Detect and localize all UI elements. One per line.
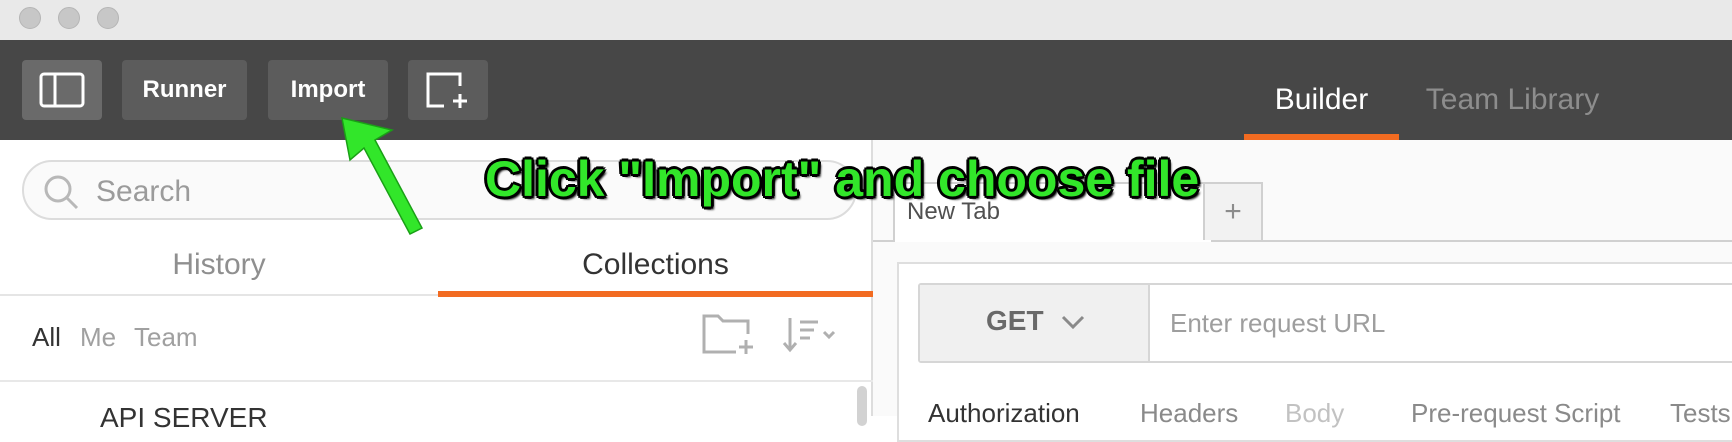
toggle-sidebar-button[interactable] bbox=[22, 60, 102, 120]
sidebar-toggle-icon bbox=[39, 72, 85, 108]
tab-team-library[interactable]: Team Library bbox=[1410, 60, 1615, 140]
filter-me[interactable]: Me bbox=[80, 322, 116, 353]
search-icon bbox=[44, 175, 79, 210]
new-folder-icon bbox=[702, 314, 753, 354]
method-dropdown[interactable]: GET bbox=[920, 285, 1150, 361]
collection-item[interactable]: API SERVER bbox=[100, 402, 268, 434]
request-url-bar: GET bbox=[918, 283, 1732, 363]
add-tab-button[interactable]: + bbox=[1203, 182, 1263, 240]
tab-builder-label: Builder bbox=[1274, 83, 1369, 116]
tab-builder[interactable]: Builder bbox=[1244, 60, 1399, 140]
chevron-down-icon bbox=[1061, 315, 1085, 330]
search-input[interactable]: Search bbox=[96, 175, 191, 209]
new-collection-button[interactable] bbox=[700, 312, 756, 356]
minimize-window-button[interactable] bbox=[58, 7, 80, 29]
url-input[interactable] bbox=[1150, 285, 1732, 361]
main-toolbar: Runner Import Builder Team Library bbox=[0, 40, 1732, 140]
subtab-pre-request-script[interactable]: Pre-request Script bbox=[1411, 398, 1621, 429]
arrow-icon bbox=[341, 116, 424, 235]
zoom-window-button[interactable] bbox=[97, 7, 119, 29]
runner-button[interactable]: Runner bbox=[122, 60, 247, 120]
close-window-button[interactable] bbox=[19, 7, 41, 29]
collections-active-indicator bbox=[438, 291, 873, 297]
window-titlebar bbox=[0, 0, 1732, 41]
filter-team[interactable]: Team bbox=[134, 322, 198, 353]
subtab-tests[interactable]: Tests bbox=[1670, 398, 1731, 429]
subtab-headers[interactable]: Headers bbox=[1140, 398, 1238, 429]
sort-collections-button[interactable] bbox=[782, 314, 840, 354]
tab-collections[interactable]: Collections bbox=[438, 236, 873, 294]
method-label: GET bbox=[986, 305, 1044, 336]
subtab-body[interactable]: Body bbox=[1285, 398, 1344, 429]
sort-icon bbox=[782, 318, 836, 353]
filter-divider bbox=[0, 380, 873, 382]
subtab-authorization[interactable]: Authorization bbox=[928, 398, 1080, 429]
filter-all[interactable]: All bbox=[32, 322, 61, 353]
tab-history[interactable]: History bbox=[0, 236, 438, 294]
annotation-text: Click "Import" and choose file bbox=[485, 151, 1200, 207]
sidebar-scrollbar[interactable] bbox=[857, 386, 867, 426]
new-window-icon bbox=[426, 72, 467, 108]
